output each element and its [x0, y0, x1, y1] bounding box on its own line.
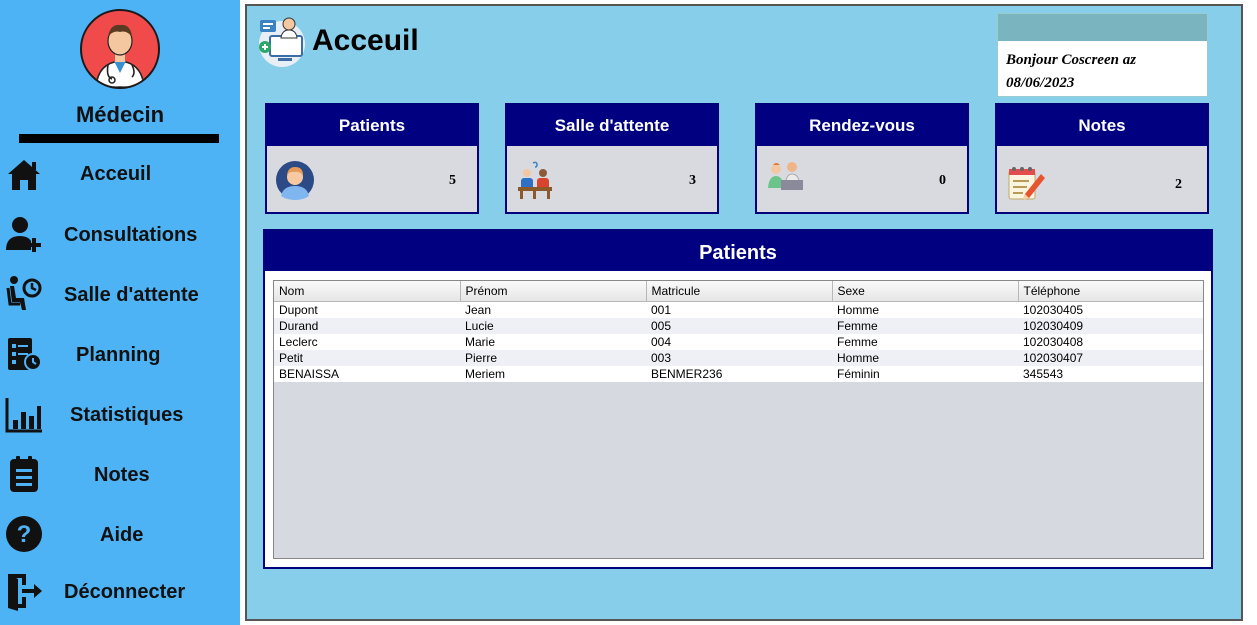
column-header-prenom[interactable]: Prénom [460, 281, 647, 302]
cell-telephone: 102030408 [1018, 334, 1203, 350]
sidebar-item-label: Consultations [64, 224, 198, 246]
sidebar-item-label: Salle d'attente [64, 284, 199, 306]
cell-sexe: Homme [832, 350, 1018, 366]
cell-prenom: Pierre [460, 350, 646, 366]
waiting-people-icon [518, 161, 552, 199]
cell-telephone: 102030407 [1018, 350, 1203, 366]
card-title: Notes [997, 105, 1207, 146]
notes-icon [10, 456, 38, 492]
column-header-matricule[interactable]: Matricule [646, 281, 833, 302]
doctor-screen-icon [259, 17, 305, 67]
sidebar-item-label: Planning [76, 344, 161, 366]
bar-chart-icon [5, 398, 42, 433]
patients-panel-title: Patients [265, 231, 1211, 271]
patient-icon [276, 161, 314, 200]
cell-telephone: 102030405 [1018, 301, 1203, 318]
sidebar-item-label: Notes [94, 464, 150, 486]
notepad-icon [1008, 167, 1045, 200]
sidebar-item-label: Aide [100, 524, 144, 546]
patients-table[interactable]: Nom Prénom Matricule Sexe Téléphone Dupo… [273, 280, 1204, 559]
cell-matricule: 005 [646, 318, 832, 334]
doctor-avatar-icon [80, 9, 160, 89]
cell-matricule: 004 [646, 334, 832, 350]
sidebar-item-label: Statistiques [70, 404, 184, 426]
cell-prenom: Lucie [460, 318, 646, 334]
cell-sexe: Femme [832, 318, 1018, 334]
role-title: Médecin [75, 102, 165, 127]
svg-text:?: ? [17, 521, 32, 548]
cell-prenom: Marie [460, 334, 646, 350]
card-title: Rendez-vous [757, 105, 967, 146]
cell-nom: Petit [274, 350, 460, 366]
column-header-telephone[interactable]: Téléphone [1018, 281, 1203, 302]
card-title: Patients [267, 105, 477, 146]
sidebar-item-label: Acceuil [80, 163, 152, 185]
table-row[interactable]: Durand Lucie 005 Femme 102030409 [274, 318, 1203, 334]
cell-prenom: Meriem [460, 366, 646, 382]
add-user-icon [6, 217, 41, 252]
table-row[interactable]: Petit Pierre 003 Homme 102030407 [274, 350, 1203, 366]
waiting-room-icon [6, 276, 42, 310]
cell-sexe: Homme [832, 301, 1018, 318]
column-header-nom[interactable]: Nom [274, 281, 461, 302]
cell-nom: Leclerc [274, 334, 460, 350]
table-row[interactable]: Dupont Jean 001 Homme 102030405 [274, 301, 1203, 318]
card-rendez-vous[interactable]: Rendez-vous 0 [755, 103, 969, 214]
planning-icon [8, 338, 42, 371]
card-title: Salle d'attente [507, 105, 717, 146]
cell-matricule: BENMER236 [646, 366, 832, 382]
cell-matricule: 003 [646, 350, 832, 366]
column-header-sexe[interactable]: Sexe [832, 281, 1019, 302]
card-value: 5 [449, 173, 456, 188]
cell-telephone: 102030409 [1018, 318, 1203, 334]
table-row[interactable]: Leclerc Marie 004 Femme 102030408 [274, 334, 1203, 350]
greeting-date: 08/06/2023 [1006, 75, 1075, 91]
card-value: 2 [1175, 177, 1182, 192]
role-divider [19, 134, 219, 143]
cell-telephone: 345543 [1018, 366, 1203, 382]
greeting-header-bar [998, 14, 1207, 41]
sidebar-item-label: Déconnecter [64, 581, 186, 603]
card-salle-attente[interactable]: Salle d'attente 3 [505, 103, 719, 214]
table-row[interactable]: BENAISSA Meriem BENMER236 Féminin 345543 [274, 366, 1203, 382]
patients-panel: Patients Nom Prénom Matricule Sexe Télép… [263, 229, 1213, 569]
cell-sexe: Femme [832, 334, 1018, 350]
home-icon [8, 160, 40, 190]
card-patients[interactable]: Patients 5 [265, 103, 479, 214]
greeting-box: Bonjour Coscreen az 08/06/2023 [997, 13, 1208, 97]
cell-prenom: Jean [460, 301, 646, 318]
cell-sexe: Féminin [832, 366, 1018, 382]
card-value: 0 [939, 173, 946, 188]
card-value: 3 [689, 173, 696, 188]
sidebar: Médecin Acceuil Consultations Salle d'at… [0, 0, 240, 625]
cell-nom: Dupont [274, 301, 460, 318]
card-notes[interactable]: Notes 2 [995, 103, 1209, 214]
cell-matricule: 001 [646, 301, 832, 318]
page-title: Acceuil [312, 24, 419, 57]
greeting-text: Bonjour Coscreen az [1006, 52, 1137, 68]
table-header-row: Nom Prénom Matricule Sexe Téléphone [274, 281, 1203, 302]
appointment-icon [768, 162, 803, 190]
logout-icon [8, 574, 42, 611]
cell-nom: BENAISSA [274, 366, 460, 382]
cell-nom: Durand [274, 318, 460, 334]
help-icon: ? [6, 516, 42, 552]
